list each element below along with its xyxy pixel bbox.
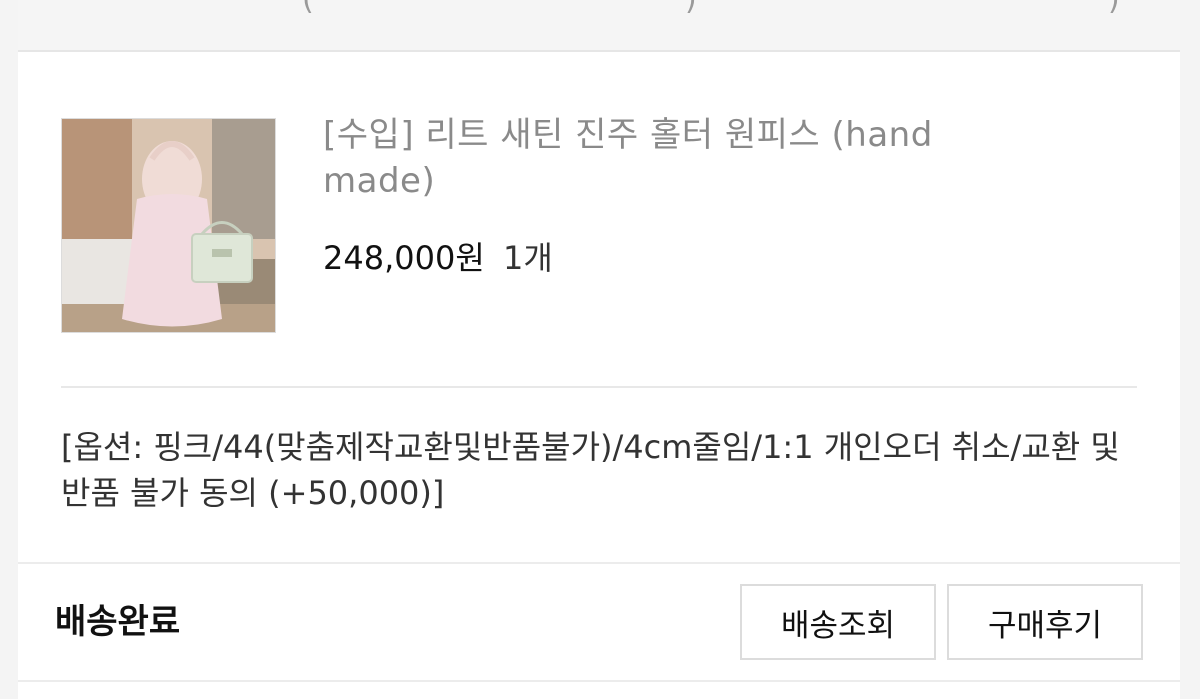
cutoff-text-left: ( — [302, 0, 314, 17]
dress-photo-icon — [62, 119, 275, 332]
product-quantity: 1개 — [502, 239, 553, 277]
product-thumbnail[interactable] — [61, 118, 276, 333]
product-price: 248,000원 — [323, 239, 485, 277]
product-name[interactable]: [수입] 리트 새틴 진주 홀터 원피스 (hand made) — [323, 112, 1043, 204]
cutoff-text-far: ) — [1108, 0, 1120, 17]
track-delivery-button[interactable]: 배송조회 — [740, 584, 936, 660]
order-status: 배송완료 — [55, 602, 181, 642]
order-item-card: ( ) ) [수입] 리트 새틴 진주 홀터 원피스 (hand made) 2… — [18, 0, 1180, 699]
price-row: 248,000원 1개 — [323, 236, 553, 280]
option-text: [옵션: 핑크/44(맞춤제작교환및반품불가)/4cm줄임/1:1 개인오더 취… — [61, 428, 1120, 512]
item-divider — [61, 386, 1137, 388]
cutoff-text-right: ) — [685, 0, 697, 17]
write-review-button[interactable]: 구매후기 — [947, 584, 1143, 660]
bottom-divider — [18, 680, 1180, 682]
previous-item-strip: ( ) ) — [18, 0, 1180, 52]
section-divider — [18, 562, 1180, 564]
